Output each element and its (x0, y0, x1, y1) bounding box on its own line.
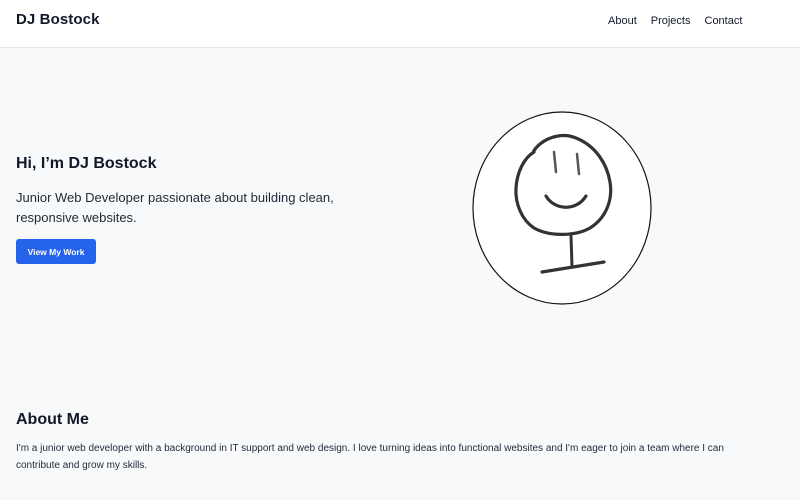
hero-title: Hi, I’m DJ Bostock (16, 155, 157, 172)
about-title: About Me (16, 411, 89, 428)
about-text: I'm a junior web developer with a backgr… (16, 443, 724, 471)
site-brand[interactable]: DJ Bostock (16, 11, 100, 28)
nav-link-about[interactable]: About (608, 15, 637, 27)
nav-link-projects[interactable]: Projects (651, 15, 691, 27)
avatar-smiley-icon (472, 111, 652, 305)
neck-line (569, 234, 574, 268)
view-my-work-button[interactable]: View My Work (16, 239, 96, 264)
navbar: DJ Bostock About Projects Contact (0, 0, 800, 48)
hero-subtitle: Junior Web Developer passionate about bu… (16, 190, 334, 225)
nav-link-contact[interactable]: Contact (705, 15, 743, 27)
nav-links: About Projects Contact (608, 15, 756, 27)
